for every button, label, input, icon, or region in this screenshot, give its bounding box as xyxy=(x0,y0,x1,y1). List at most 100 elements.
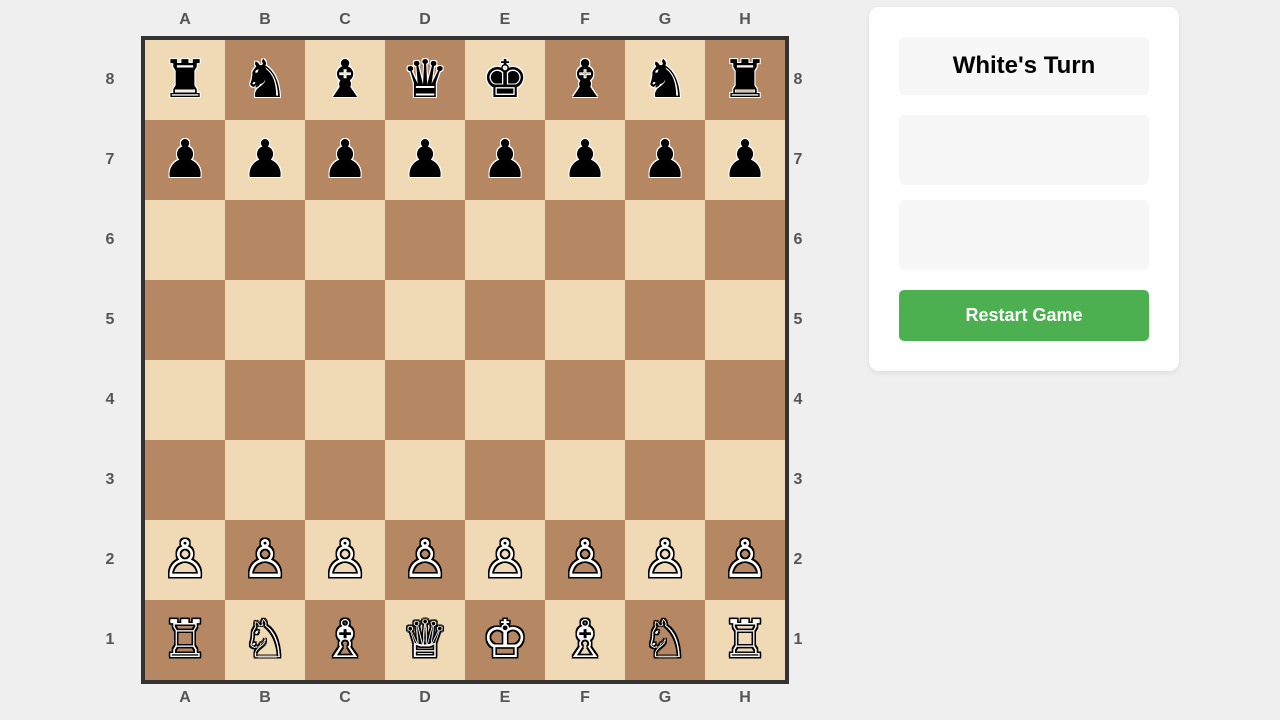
white-rook-icon[interactable]: ♖ xyxy=(722,614,769,666)
white-pawn-icon[interactable]: ♙ xyxy=(562,534,609,586)
white-pawn-icon[interactable]: ♙ xyxy=(242,534,289,586)
black-pawn-icon[interactable]: ♟ xyxy=(322,134,369,186)
square-f2[interactable]: ♙ xyxy=(545,520,625,600)
white-pawn-icon[interactable]: ♙ xyxy=(162,534,209,586)
file-label-top-b: B xyxy=(259,11,271,28)
file-label-bottom-d: D xyxy=(419,689,431,706)
square-h6[interactable] xyxy=(705,200,785,280)
square-a2[interactable]: ♙ xyxy=(145,520,225,600)
black-rook-icon[interactable]: ♜ xyxy=(162,54,209,106)
white-king-icon[interactable]: ♔ xyxy=(482,614,529,666)
black-bishop-icon[interactable]: ♝ xyxy=(562,54,609,106)
restart-game-button[interactable]: Restart Game xyxy=(899,290,1149,341)
black-king-icon[interactable]: ♚ xyxy=(482,54,529,106)
square-e2[interactable]: ♙ xyxy=(465,520,545,600)
square-g4[interactable] xyxy=(625,360,705,440)
square-a1[interactable]: ♖ xyxy=(145,600,225,680)
white-queen-icon[interactable]: ♕ xyxy=(402,614,449,666)
black-pawn-icon[interactable]: ♟ xyxy=(642,134,689,186)
square-d7[interactable]: ♟ xyxy=(385,120,465,200)
white-rook-icon[interactable]: ♖ xyxy=(162,614,209,666)
square-g8[interactable]: ♞ xyxy=(625,40,705,120)
square-c5[interactable] xyxy=(305,280,385,360)
square-f5[interactable] xyxy=(545,280,625,360)
square-h8[interactable]: ♜ xyxy=(705,40,785,120)
black-queen-icon[interactable]: ♛ xyxy=(402,54,449,106)
square-f3[interactable] xyxy=(545,440,625,520)
square-d3[interactable] xyxy=(385,440,465,520)
black-knight-icon[interactable]: ♞ xyxy=(642,54,689,106)
square-a7[interactable]: ♟ xyxy=(145,120,225,200)
square-b1[interactable]: ♘ xyxy=(225,600,305,680)
black-knight-icon[interactable]: ♞ xyxy=(242,54,289,106)
square-e3[interactable] xyxy=(465,440,545,520)
square-e1[interactable]: ♔ xyxy=(465,600,545,680)
black-pawn-icon[interactable]: ♟ xyxy=(562,134,609,186)
square-g6[interactable] xyxy=(625,200,705,280)
square-f8[interactable]: ♝ xyxy=(545,40,625,120)
white-knight-icon[interactable]: ♘ xyxy=(642,614,689,666)
black-rook-icon[interactable]: ♜ xyxy=(722,54,769,106)
square-g3[interactable] xyxy=(625,440,705,520)
square-a8[interactable]: ♜ xyxy=(145,40,225,120)
black-bishop-icon[interactable]: ♝ xyxy=(322,54,369,106)
white-pawn-icon[interactable]: ♙ xyxy=(482,534,529,586)
square-f7[interactable]: ♟ xyxy=(545,120,625,200)
square-f1[interactable]: ♗ xyxy=(545,600,625,680)
square-b6[interactable] xyxy=(225,200,305,280)
white-bishop-icon[interactable]: ♗ xyxy=(562,614,609,666)
square-a6[interactable] xyxy=(145,200,225,280)
white-pawn-icon[interactable]: ♙ xyxy=(722,534,769,586)
square-c2[interactable]: ♙ xyxy=(305,520,385,600)
square-h3[interactable] xyxy=(705,440,785,520)
square-a4[interactable] xyxy=(145,360,225,440)
square-a5[interactable] xyxy=(145,280,225,360)
square-d5[interactable] xyxy=(385,280,465,360)
square-d1[interactable]: ♕ xyxy=(385,600,465,680)
black-pawn-icon[interactable]: ♟ xyxy=(242,134,289,186)
square-f6[interactable] xyxy=(545,200,625,280)
square-d8[interactable]: ♛ xyxy=(385,40,465,120)
square-g7[interactable]: ♟ xyxy=(625,120,705,200)
square-h5[interactable] xyxy=(705,280,785,360)
square-a3[interactable] xyxy=(145,440,225,520)
square-h7[interactable]: ♟ xyxy=(705,120,785,200)
square-b2[interactable]: ♙ xyxy=(225,520,305,600)
black-pawn-icon[interactable]: ♟ xyxy=(482,134,529,186)
black-pawn-icon[interactable]: ♟ xyxy=(162,134,209,186)
square-b7[interactable]: ♟ xyxy=(225,120,305,200)
square-d6[interactable] xyxy=(385,200,465,280)
square-b8[interactable]: ♞ xyxy=(225,40,305,120)
square-h1[interactable]: ♖ xyxy=(705,600,785,680)
square-e5[interactable] xyxy=(465,280,545,360)
square-e7[interactable]: ♟ xyxy=(465,120,545,200)
white-pawn-icon[interactable]: ♙ xyxy=(322,534,369,586)
square-b3[interactable] xyxy=(225,440,305,520)
square-e8[interactable]: ♚ xyxy=(465,40,545,120)
square-c3[interactable] xyxy=(305,440,385,520)
square-b4[interactable] xyxy=(225,360,305,440)
square-g5[interactable] xyxy=(625,280,705,360)
white-pawn-icon[interactable]: ♙ xyxy=(642,534,689,586)
square-b5[interactable] xyxy=(225,280,305,360)
square-c4[interactable] xyxy=(305,360,385,440)
square-d4[interactable] xyxy=(385,360,465,440)
square-c1[interactable]: ♗ xyxy=(305,600,385,680)
white-pawn-icon[interactable]: ♙ xyxy=(402,534,449,586)
square-g2[interactable]: ♙ xyxy=(625,520,705,600)
square-f4[interactable] xyxy=(545,360,625,440)
black-pawn-icon[interactable]: ♟ xyxy=(402,134,449,186)
rank-label-left-6: 6 xyxy=(105,231,115,248)
square-h2[interactable]: ♙ xyxy=(705,520,785,600)
square-e6[interactable] xyxy=(465,200,545,280)
square-c8[interactable]: ♝ xyxy=(305,40,385,120)
square-d2[interactable]: ♙ xyxy=(385,520,465,600)
white-knight-icon[interactable]: ♘ xyxy=(242,614,289,666)
square-c7[interactable]: ♟ xyxy=(305,120,385,200)
square-h4[interactable] xyxy=(705,360,785,440)
black-pawn-icon[interactable]: ♟ xyxy=(722,134,769,186)
square-e4[interactable] xyxy=(465,360,545,440)
square-c6[interactable] xyxy=(305,200,385,280)
square-g1[interactable]: ♘ xyxy=(625,600,705,680)
white-bishop-icon[interactable]: ♗ xyxy=(322,614,369,666)
